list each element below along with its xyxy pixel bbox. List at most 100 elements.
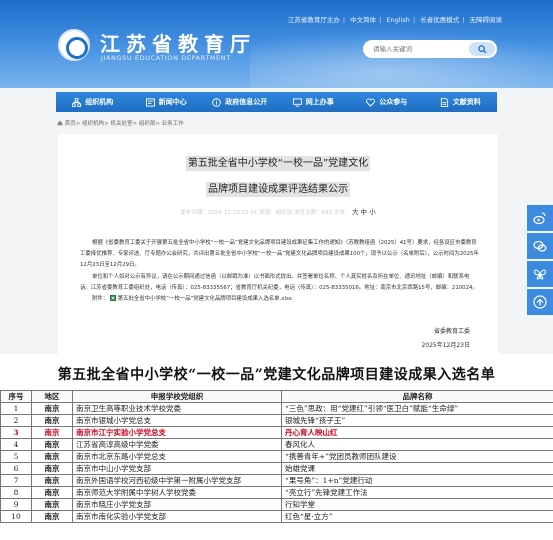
cell-org: 南京市银城小学党总支: [72, 414, 282, 427]
table-row: 7 南京 南京外国语学校河西初级中学第一附属小学党支部 “果号角”：1+n”党建行动: [0, 474, 553, 487]
site-title[interactable]: 江苏省教育厅: [100, 28, 256, 57]
article-paragraph: 根据《省委教育工委关于开展第五批全省中小学校“一校一品”党建文化品牌项目建设成果…: [80, 240, 479, 269]
home-icon: [57, 120, 63, 126]
search-icon: [477, 44, 487, 54]
weibo-icon: [533, 212, 546, 225]
table-title: 第五批全省中小学校“一校一品”党建文化品牌项目建设成果入选名单: [57, 367, 496, 383]
article-panel: 第五批全省中小学校“一校一品”党建文化 品牌项目建设成果评选结果公示 发布日期：…: [58, 134, 498, 354]
cell-no: 2: [0, 414, 32, 427]
cell-brand: “三色”思政：用“党建红”引领“医卫白”赋能“生命绿”: [281, 402, 553, 415]
column-header-brand: 品牌名称: [281, 390, 553, 403]
nav-label: 政府信息公开: [225, 98, 268, 106]
weibo-share-button[interactable]: [527, 205, 553, 231]
signature-date: 2025年12月23日: [421, 342, 470, 349]
breadcrumb: 首页> 组织机构> 机关处室> 组织部> 业务工作: [57, 119, 184, 127]
divider: |: [412, 16, 416, 24]
cell-brand: “果号角”：1+n”党建行动: [281, 474, 553, 487]
table-header-row: 序号 地区 申报学校党组织 品牌名称: [0, 390, 553, 403]
cell-brand: 红色“星·立方”: [281, 510, 553, 523]
cell-region: 南京: [31, 510, 73, 523]
meta-text: 发布日期：2025-12-23 15:01 来源：组织部 浏览次数：643 字体…: [180, 210, 351, 216]
signature-org: 省委教育工委: [433, 328, 470, 335]
heart-icon: [366, 98, 376, 107]
cell-region: 南京: [31, 426, 73, 439]
table-row: 3 南京 南京市江宁实验小学党总支 丹心育人映山红: [0, 426, 553, 439]
cell-org: 江苏省高淳高级中学党委: [72, 438, 282, 451]
nav-label: 网上办事: [305, 98, 334, 106]
cell-region: 南京: [31, 450, 73, 463]
cell-region: 南京: [31, 402, 73, 415]
nav-item-online-services[interactable]: 网上办事: [277, 97, 351, 107]
article-title-text: 品牌项目建设成果评选结果公示: [206, 182, 350, 197]
nav-item-documents[interactable]: 文献资料: [424, 97, 498, 107]
nav-item-gov-info[interactable]: 政府信息公开: [203, 97, 277, 107]
nav-label: 文献资料: [452, 98, 481, 106]
cell-org: 南京市晓庄小学党支部: [72, 498, 282, 511]
article-meta: 发布日期：2025-12-23 15:01 来源：组织部 浏览次数：643 字体…: [58, 206, 498, 216]
column-header-org: 申报学校党组织: [72, 390, 282, 403]
results-table: 序号 地区 申报学校党组织 品牌名称 1 南京 南京卫生高等职业技术学校党委 “三色”…: [0, 390, 553, 523]
cell-org: 南京市江宁实验小学党总支: [72, 426, 282, 439]
cell-brand: 银城先锋“孩子王”: [281, 414, 553, 427]
column-header-no: 序号: [0, 390, 32, 403]
table-row: 8 南京 南京师范大学附属中学树人学校党委 “亮立行”先锋党建工作法: [0, 486, 553, 499]
cell-region: 南京: [31, 438, 73, 451]
divider: |: [462, 16, 465, 24]
font-size-switch[interactable]: 大 中 小: [352, 208, 376, 216]
attachment-link[interactable]: 第五批全省中小学校“一校一品”党建文化品牌项目建设成果入选名单.xlsx: [118, 296, 292, 302]
top-links: 江苏省教育厅主办 | 中文简体 | English | 长者优惠模式 | 无障碍阅读: [285, 14, 505, 24]
table-row: 6 南京 南京市中山小学党支部 始雄党课: [0, 462, 553, 475]
cell-org: 南京市北京东路小学党总支: [72, 450, 282, 463]
back-to-top-button[interactable]: [527, 289, 553, 315]
document-icon: [440, 97, 448, 107]
cell-brand: “携善青年+”党团员教师团队建设: [281, 450, 553, 463]
org-icon: [72, 97, 82, 107]
site-subtitle: JIANGSU EDUCATION DEPARTMENT: [101, 54, 231, 62]
cell-no: 6: [0, 462, 32, 475]
top-link-simplified-chinese[interactable]: 中文简体: [350, 16, 376, 24]
nav-label: 组织机构: [85, 98, 114, 106]
cell-org: 南京师范大学附属中学树人学校党委: [72, 486, 282, 499]
cell-no: 9: [0, 498, 32, 511]
wechat-icon: [533, 240, 547, 252]
article-title-line2: 品牌项目建设成果评选结果公示: [58, 180, 498, 197]
nav-item-news[interactable]: 新闻中心: [130, 97, 204, 107]
article-body: 根据《省委教育工委关于开展第五批全省中小学校“一校一品”党建文化品牌项目建设成果…: [80, 238, 480, 305]
cell-org: 南京市南化实验小学党支部: [72, 510, 282, 523]
cell-brand: 始雄党课: [281, 462, 553, 475]
search-button[interactable]: [469, 42, 495, 56]
main-nav: 组织机构 新闻中心 政府信息公开 网上办事 公众参与 文献资料: [56, 92, 497, 112]
table-row: 5 南京 南京市北京东路小学党总支 “携善青年+”党团员教师团队建设: [0, 450, 553, 463]
top-link-elder-mode[interactable]: 长者优惠模式: [420, 16, 459, 24]
cell-no: 3: [0, 426, 32, 439]
table-body: 1 南京 南京卫生高等职业技术学校党委 “三色”思政：用“党建红”引领“医卫白”赋能“…: [0, 402, 553, 523]
cell-region: 南京: [31, 414, 73, 427]
cell-org: 南京卫生高等职业技术学校党委: [72, 402, 282, 415]
wechat-share-button[interactable]: [527, 233, 553, 259]
column-header-region: 地区: [31, 390, 73, 403]
nav-item-organization[interactable]: 组织机构: [56, 97, 130, 107]
cell-no: 1: [0, 402, 32, 415]
news-icon: [145, 97, 155, 107]
cell-no: 8: [0, 486, 32, 499]
nav-item-public-participation[interactable]: 公众参与: [350, 97, 424, 107]
article-paragraph: 单位和个人如对公示有异议，请在公示期间通过信函（以邮戳为准）以书面形式提出。并签…: [80, 273, 478, 291]
top-link-english[interactable]: English: [386, 16, 409, 24]
butterfly-icon: [533, 269, 547, 280]
cell-region: 南京: [31, 486, 73, 499]
cell-region: 南京: [31, 462, 73, 475]
share-float-bar: [527, 205, 553, 317]
table-row: 4 南京 江苏省高淳高级中学党委 春风化人: [0, 438, 553, 451]
butterfly-share-button[interactable]: [527, 261, 553, 287]
top-link-accessibility[interactable]: 无障碍阅读: [470, 16, 503, 24]
cell-no: 10: [0, 510, 32, 523]
cell-org: 南京市中山小学党支部: [72, 462, 282, 475]
site-logo[interactable]: [58, 29, 90, 61]
search-input[interactable]: [373, 45, 473, 53]
top-link-sponsor: 江苏省教育厅主办: [287, 16, 340, 24]
table-row: 10 南京 南京市南化实验小学党支部 红色“星·立方”: [0, 510, 553, 523]
nav-label: 公众参与: [379, 98, 408, 106]
table-row: 2 南京 南京市银城小学党总支 银城先锋“孩子王”: [0, 414, 553, 427]
table-row: 9 南京 南京市晓庄小学党支部 行知学堂: [0, 498, 553, 511]
breadcrumb-text[interactable]: 首页> 组织机构> 机关处室> 组织部> 业务工作: [65, 121, 184, 127]
